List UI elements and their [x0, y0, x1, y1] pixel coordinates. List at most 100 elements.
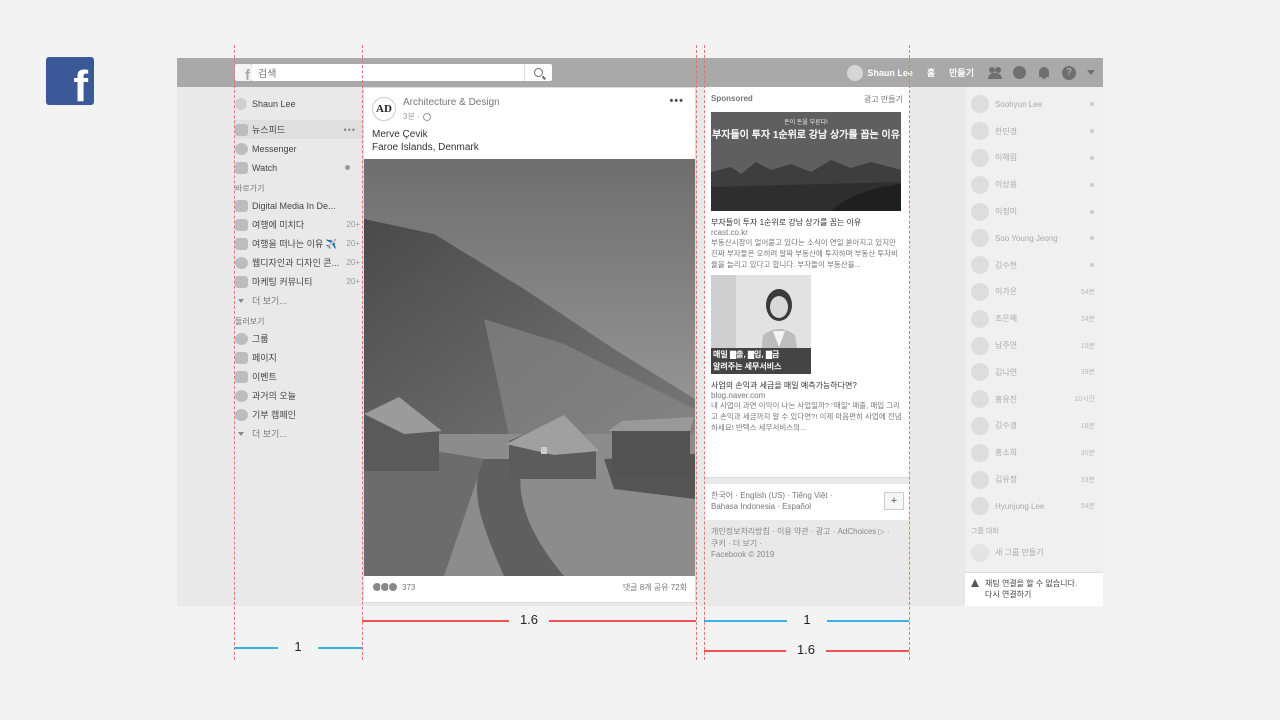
shortcut-label: 여행에 미치다: [252, 220, 305, 230]
sidebar-profile[interactable]: Shaun Lee: [235, 95, 360, 113]
sidebar-item-newsfeed[interactable]: 뉴스피드 •••: [235, 120, 363, 139]
search-button[interactable]: [524, 64, 552, 81]
create-ad-link[interactable]: 광고 만들기: [864, 94, 903, 105]
ad-url[interactable]: rcast.co.kr: [711, 228, 903, 237]
facebook-screenshot: f Shaun Lee 홈 만들기 ? Shaun Lee 뉴스피드: [177, 58, 1103, 606]
messenger-icon[interactable]: [1013, 66, 1026, 79]
footer-link-row[interactable]: 쿠키 · 더 보기 ·: [711, 538, 903, 550]
chat-contact[interactable]: 김나연 39분: [965, 359, 1103, 386]
friend-requests-icon[interactable]: [988, 66, 1002, 79]
online-status-dot: [1090, 182, 1094, 187]
comments-shares-count[interactable]: 댓글 8개 공유 72회: [623, 582, 687, 593]
post-photo[interactable]: [364, 159, 695, 576]
shortcut-count: 20+: [346, 258, 360, 267]
explore-item-events[interactable]: 이벤트: [235, 367, 360, 386]
ad-image-person[interactable]: 매일 ▇출, ▇입, ▇금 알려주는 세무서비스: [711, 275, 811, 374]
guide-line-vertical: [362, 45, 363, 660]
profile-link[interactable]: Shaun Lee: [847, 64, 913, 81]
page-name-link[interactable]: Architecture & Design: [403, 97, 500, 108]
last-active-time: 39분: [1080, 369, 1095, 377]
top-navigation-bar: f Shaun Lee 홈 만들기 ?: [177, 58, 1103, 87]
ad-title[interactable]: 부자들이 투자 1순위로 강남 상가를 꼽는 이유: [711, 217, 903, 228]
shortcut-item[interactable]: 웹디자인과 디자인 콘... 20+: [235, 253, 360, 272]
chat-contact[interactable]: 홍소희 35분: [965, 439, 1103, 466]
help-icon[interactable]: ?: [1062, 65, 1076, 80]
chat-contact[interactable]: 남주연 19분: [965, 332, 1103, 359]
page-logo[interactable]: AD: [372, 97, 396, 121]
chat-contact[interactable]: 홍유진 10시간: [965, 386, 1103, 413]
top-nav-right: Shaun Lee 홈 만들기 ?: [847, 58, 1103, 87]
ad-url[interactable]: blog.naver.com: [711, 391, 903, 400]
last-active-time: 54분: [1080, 503, 1095, 511]
chat-contact[interactable]: Soo Young Jeong: [965, 225, 1103, 252]
create-new-group[interactable]: 새 그룹 만들기: [965, 540, 1103, 566]
explore-label: 이벤트: [252, 372, 277, 382]
shortcut-item[interactable]: 여행을 떠나는 이유 ✈️ 20+: [235, 234, 360, 253]
shortcut-item[interactable]: Digital Media In De...: [235, 196, 360, 215]
last-active-time: 19분: [1080, 342, 1095, 350]
shortcut-label: 웹디자인과 디자인 콘...: [252, 258, 340, 268]
chat-contact[interactable]: 김수경 18분: [965, 413, 1103, 440]
sidebar-item-watch[interactable]: Watch: [235, 158, 360, 177]
sidebar-item-messenger[interactable]: Messenger: [235, 139, 360, 158]
reconnect-link[interactable]: 다시 연결하기: [985, 589, 1077, 600]
explore-item-pages[interactable]: 페이지: [235, 348, 360, 367]
avatar: [971, 416, 989, 435]
notifications-icon[interactable]: [1037, 66, 1051, 79]
shortcut-item[interactable]: 마케팅 커뮤니티 20+: [235, 272, 360, 291]
avatar: [971, 122, 989, 141]
ad-image-city[interactable]: 돈이 돈을 부른다! 부자들이 투자 1순위로 강남 상가를 꼽는 이유: [711, 112, 901, 211]
contact-name: 이상용: [995, 180, 1018, 190]
add-language-button[interactable]: +: [884, 492, 904, 510]
chat-contact[interactable]: 한민경: [965, 118, 1103, 145]
chat-contact[interactable]: 이해림: [965, 145, 1103, 172]
chat-contact[interactable]: 이상용: [965, 171, 1103, 198]
contact-name: Soo Young Jeong: [995, 233, 1058, 243]
explore-see-more[interactable]: 더 보기...: [235, 424, 360, 443]
post-time[interactable]: 3분 ·: [403, 111, 420, 122]
shortcuts-see-more[interactable]: 더 보기...: [235, 291, 360, 310]
reactions-summary[interactable]: 373: [372, 582, 415, 592]
explore-item-groups[interactable]: 그룹: [235, 329, 360, 348]
wow-reaction-icon: [388, 582, 398, 592]
left-sidebar: Shaun Lee 뉴스피드 ••• Messenger Watch 바로가기 …: [235, 95, 363, 443]
post-options-icon[interactable]: •••: [669, 95, 684, 107]
group-icon: [235, 237, 248, 250]
sidebar-item-label: Watch: [252, 162, 278, 173]
ad-title[interactable]: 사업의 손익과 세금을 매일 예측가능하다면?: [711, 380, 903, 391]
footer-link-row[interactable]: 개인정보처리방침 · 이용 약관 · 광고 · AdChoices ▷ ·: [711, 526, 903, 538]
chat-contact[interactable]: 이정미: [965, 198, 1103, 225]
online-status-dot: [1090, 209, 1094, 214]
contact-name: 한민경: [995, 126, 1018, 136]
chat-contact[interactable]: Soohyun Lee: [965, 91, 1103, 118]
create-link[interactable]: 만들기: [949, 66, 974, 79]
ratio-label-ads: 1: [787, 612, 827, 627]
contact-name: 이해림: [995, 153, 1018, 163]
right-column: Sponsored 광고 만들기 돈이 돈을 부른다! 부자들이 투자 1순위로…: [704, 87, 910, 603]
chat-contact[interactable]: 이가은 54분: [965, 279, 1103, 306]
shortcut-label: 마케팅 커뮤니티: [252, 277, 313, 287]
explore-item-memories[interactable]: 과거의 오늘: [235, 386, 360, 405]
new-indicator-dot: [345, 165, 350, 170]
language-links[interactable]: Bahasa Indonesia · Español: [711, 501, 903, 512]
avatar: [971, 175, 989, 194]
shortcut-label: Digital Media In De...: [252, 200, 336, 211]
avatar: [971, 256, 989, 275]
facebook-logo-icon: f: [46, 57, 94, 105]
contact-name: 김수현: [995, 260, 1018, 270]
account-menu-caret-icon[interactable]: [1087, 70, 1095, 75]
explore-item-fundraisers[interactable]: 기부 캠페인: [235, 405, 360, 424]
footer-links: 개인정보처리방침 · 이용 약관 · 광고 · AdChoices ▷ · 쿠키…: [704, 520, 910, 567]
last-active-time: 18분: [1080, 422, 1095, 430]
facebook-home-logo-icon[interactable]: f: [235, 64, 252, 83]
chat-contact[interactable]: Hyunjung Lee 54분: [965, 493, 1103, 520]
chat-contact[interactable]: 김수현: [965, 252, 1103, 279]
language-links[interactable]: 한국어 · English (US) · Tiếng Việt ·: [711, 490, 903, 501]
chat-contact[interactable]: 조은혜 24분: [965, 305, 1103, 332]
avatar: [971, 229, 989, 248]
chat-contact[interactable]: 김유정 33분: [965, 466, 1103, 493]
search-input[interactable]: [252, 66, 512, 83]
shortcut-item[interactable]: 여행에 미치다 20+: [235, 215, 360, 234]
home-link[interactable]: 홈: [927, 66, 935, 79]
more-options-icon[interactable]: •••: [344, 125, 356, 135]
